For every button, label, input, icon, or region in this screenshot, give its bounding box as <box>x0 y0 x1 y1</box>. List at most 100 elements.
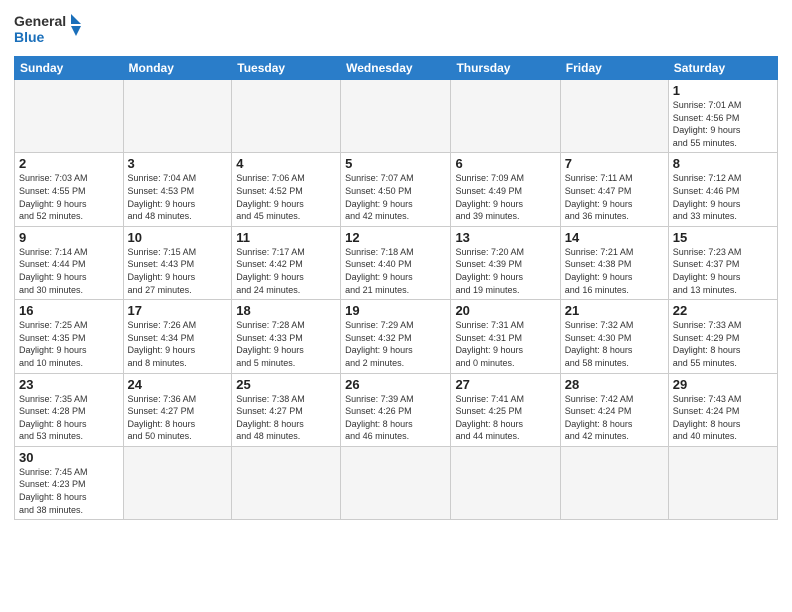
calendar-cell: 25Sunrise: 7:38 AMSunset: 4:27 PMDayligh… <box>232 373 341 446</box>
day-info: Sunrise: 7:28 AMSunset: 4:33 PMDaylight:… <box>236 319 336 369</box>
day-number: 24 <box>128 377 228 392</box>
week-row-1: 2Sunrise: 7:03 AMSunset: 4:55 PMDaylight… <box>15 153 778 226</box>
calendar-cell <box>341 80 451 153</box>
day-info: Sunrise: 7:03 AMSunset: 4:55 PMDaylight:… <box>19 172 119 222</box>
day-info: Sunrise: 7:41 AMSunset: 4:25 PMDaylight:… <box>455 393 555 443</box>
day-number: 5 <box>345 156 446 171</box>
header-tuesday: Tuesday <box>232 57 341 80</box>
calendar-cell: 17Sunrise: 7:26 AMSunset: 4:34 PMDayligh… <box>123 300 232 373</box>
day-info: Sunrise: 7:06 AMSunset: 4:52 PMDaylight:… <box>236 172 336 222</box>
calendar-cell: 1Sunrise: 7:01 AMSunset: 4:56 PMDaylight… <box>668 80 777 153</box>
day-info: Sunrise: 7:39 AMSunset: 4:26 PMDaylight:… <box>345 393 446 443</box>
calendar-cell <box>341 446 451 519</box>
day-number: 4 <box>236 156 336 171</box>
day-number: 1 <box>673 83 773 98</box>
day-number: 27 <box>455 377 555 392</box>
calendar-cell <box>560 80 668 153</box>
day-info: Sunrise: 7:12 AMSunset: 4:46 PMDaylight:… <box>673 172 773 222</box>
day-info: Sunrise: 7:07 AMSunset: 4:50 PMDaylight:… <box>345 172 446 222</box>
calendar-cell: 5Sunrise: 7:07 AMSunset: 4:50 PMDaylight… <box>341 153 451 226</box>
week-row-4: 23Sunrise: 7:35 AMSunset: 4:28 PMDayligh… <box>15 373 778 446</box>
calendar-cell <box>560 446 668 519</box>
day-number: 19 <box>345 303 446 318</box>
calendar-cell: 10Sunrise: 7:15 AMSunset: 4:43 PMDayligh… <box>123 226 232 299</box>
day-info: Sunrise: 7:45 AMSunset: 4:23 PMDaylight:… <box>19 466 119 516</box>
day-number: 23 <box>19 377 119 392</box>
calendar-cell: 21Sunrise: 7:32 AMSunset: 4:30 PMDayligh… <box>560 300 668 373</box>
calendar-cell: 4Sunrise: 7:06 AMSunset: 4:52 PMDaylight… <box>232 153 341 226</box>
calendar-cell: 9Sunrise: 7:14 AMSunset: 4:44 PMDaylight… <box>15 226 124 299</box>
calendar-cell: 7Sunrise: 7:11 AMSunset: 4:47 PMDaylight… <box>560 153 668 226</box>
day-info: Sunrise: 7:38 AMSunset: 4:27 PMDaylight:… <box>236 393 336 443</box>
day-info: Sunrise: 7:26 AMSunset: 4:34 PMDaylight:… <box>128 319 228 369</box>
day-info: Sunrise: 7:17 AMSunset: 4:42 PMDaylight:… <box>236 246 336 296</box>
header-saturday: Saturday <box>668 57 777 80</box>
day-info: Sunrise: 7:33 AMSunset: 4:29 PMDaylight:… <box>673 319 773 369</box>
calendar-cell <box>451 446 560 519</box>
calendar-cell: 24Sunrise: 7:36 AMSunset: 4:27 PMDayligh… <box>123 373 232 446</box>
calendar-cell: 3Sunrise: 7:04 AMSunset: 4:53 PMDaylight… <box>123 153 232 226</box>
day-info: Sunrise: 7:14 AMSunset: 4:44 PMDaylight:… <box>19 246 119 296</box>
calendar-cell <box>451 80 560 153</box>
calendar-cell: 6Sunrise: 7:09 AMSunset: 4:49 PMDaylight… <box>451 153 560 226</box>
day-number: 7 <box>565 156 664 171</box>
day-number: 3 <box>128 156 228 171</box>
day-number: 20 <box>455 303 555 318</box>
day-number: 6 <box>455 156 555 171</box>
day-info: Sunrise: 7:04 AMSunset: 4:53 PMDaylight:… <box>128 172 228 222</box>
calendar-header: SundayMondayTuesdayWednesdayThursdayFrid… <box>15 57 778 80</box>
calendar-cell: 18Sunrise: 7:28 AMSunset: 4:33 PMDayligh… <box>232 300 341 373</box>
calendar-cell: 22Sunrise: 7:33 AMSunset: 4:29 PMDayligh… <box>668 300 777 373</box>
calendar-cell <box>15 80 124 153</box>
calendar-cell: 12Sunrise: 7:18 AMSunset: 4:40 PMDayligh… <box>341 226 451 299</box>
svg-text:Blue: Blue <box>14 29 45 45</box>
calendar-cell: 15Sunrise: 7:23 AMSunset: 4:37 PMDayligh… <box>668 226 777 299</box>
day-info: Sunrise: 7:43 AMSunset: 4:24 PMDaylight:… <box>673 393 773 443</box>
day-info: Sunrise: 7:32 AMSunset: 4:30 PMDaylight:… <box>565 319 664 369</box>
calendar-body: 1Sunrise: 7:01 AMSunset: 4:56 PMDaylight… <box>15 80 778 520</box>
day-number: 11 <box>236 230 336 245</box>
calendar-cell: 11Sunrise: 7:17 AMSunset: 4:42 PMDayligh… <box>232 226 341 299</box>
day-info: Sunrise: 7:23 AMSunset: 4:37 PMDaylight:… <box>673 246 773 296</box>
calendar-cell <box>668 446 777 519</box>
calendar-cell <box>123 80 232 153</box>
svg-text:General: General <box>14 13 66 29</box>
calendar: SundayMondayTuesdayWednesdayThursdayFrid… <box>14 56 778 520</box>
day-info: Sunrise: 7:09 AMSunset: 4:49 PMDaylight:… <box>455 172 555 222</box>
week-row-2: 9Sunrise: 7:14 AMSunset: 4:44 PMDaylight… <box>15 226 778 299</box>
day-number: 25 <box>236 377 336 392</box>
day-info: Sunrise: 7:01 AMSunset: 4:56 PMDaylight:… <box>673 99 773 149</box>
day-info: Sunrise: 7:31 AMSunset: 4:31 PMDaylight:… <box>455 319 555 369</box>
day-number: 26 <box>345 377 446 392</box>
header-thursday: Thursday <box>451 57 560 80</box>
day-info: Sunrise: 7:36 AMSunset: 4:27 PMDaylight:… <box>128 393 228 443</box>
day-number: 30 <box>19 450 119 465</box>
day-number: 29 <box>673 377 773 392</box>
day-info: Sunrise: 7:35 AMSunset: 4:28 PMDaylight:… <box>19 393 119 443</box>
day-number: 16 <box>19 303 119 318</box>
calendar-cell <box>232 80 341 153</box>
day-info: Sunrise: 7:20 AMSunset: 4:39 PMDaylight:… <box>455 246 555 296</box>
calendar-cell: 16Sunrise: 7:25 AMSunset: 4:35 PMDayligh… <box>15 300 124 373</box>
day-info: Sunrise: 7:11 AMSunset: 4:47 PMDaylight:… <box>565 172 664 222</box>
calendar-cell: 2Sunrise: 7:03 AMSunset: 4:55 PMDaylight… <box>15 153 124 226</box>
day-info: Sunrise: 7:18 AMSunset: 4:40 PMDaylight:… <box>345 246 446 296</box>
header-wednesday: Wednesday <box>341 57 451 80</box>
week-row-3: 16Sunrise: 7:25 AMSunset: 4:35 PMDayligh… <box>15 300 778 373</box>
day-info: Sunrise: 7:25 AMSunset: 4:35 PMDaylight:… <box>19 319 119 369</box>
header-friday: Friday <box>560 57 668 80</box>
day-number: 2 <box>19 156 119 171</box>
calendar-cell: 20Sunrise: 7:31 AMSunset: 4:31 PMDayligh… <box>451 300 560 373</box>
calendar-cell <box>232 446 341 519</box>
logo: General Blue <box>14 10 84 48</box>
calendar-cell: 30Sunrise: 7:45 AMSunset: 4:23 PMDayligh… <box>15 446 124 519</box>
day-info: Sunrise: 7:21 AMSunset: 4:38 PMDaylight:… <box>565 246 664 296</box>
calendar-cell: 19Sunrise: 7:29 AMSunset: 4:32 PMDayligh… <box>341 300 451 373</box>
calendar-cell: 14Sunrise: 7:21 AMSunset: 4:38 PMDayligh… <box>560 226 668 299</box>
week-row-5: 30Sunrise: 7:45 AMSunset: 4:23 PMDayligh… <box>15 446 778 519</box>
day-number: 9 <box>19 230 119 245</box>
calendar-cell: 27Sunrise: 7:41 AMSunset: 4:25 PMDayligh… <box>451 373 560 446</box>
day-info: Sunrise: 7:15 AMSunset: 4:43 PMDaylight:… <box>128 246 228 296</box>
calendar-cell: 8Sunrise: 7:12 AMSunset: 4:46 PMDaylight… <box>668 153 777 226</box>
day-number: 10 <box>128 230 228 245</box>
